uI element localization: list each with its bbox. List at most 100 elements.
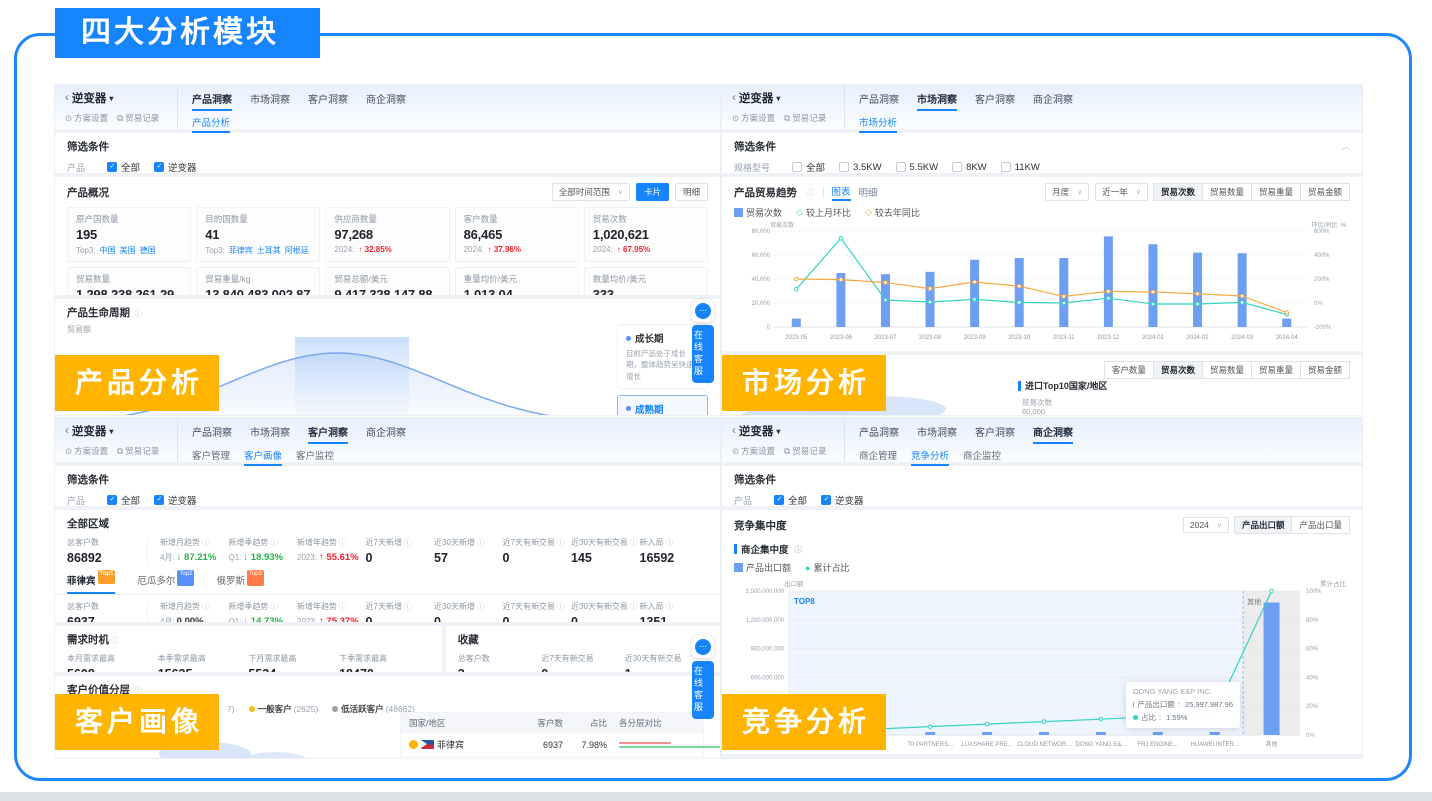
- scheme-settings-link[interactable]: ⊙方案设置: [732, 112, 775, 124]
- checkbox-11KW[interactable]: 11KW: [1001, 160, 1040, 173]
- view-tab-chart[interactable]: 图表: [832, 184, 851, 201]
- trade-records-link[interactable]: ⧉贸易记录: [784, 112, 826, 124]
- region-tab-厄瓜多尔[interactable]: 厄瓜多尔Top2: [137, 573, 194, 594]
- online-service-widget[interactable]: ⋯ 在线客服: [692, 300, 714, 383]
- top3-link-土耳其[interactable]: 土耳其: [257, 245, 281, 256]
- tab-商企洞察[interactable]: 商企洞察: [366, 91, 406, 111]
- tab-市场洞察[interactable]: 市场洞察: [917, 91, 957, 111]
- metric-button-贸易重量[interactable]: 贸易重量: [1251, 183, 1301, 201]
- import-top10-caption: 进口Top10国家/地区: [1025, 379, 1107, 392]
- demand-timing-card: 需求时机ⓘ 本月需求最高5608本季需求最高15635下月需求最高5534下季需…: [55, 626, 442, 672]
- tab-客户洞察[interactable]: 客户洞察: [975, 91, 1015, 111]
- region-tab-俄罗斯[interactable]: 俄罗斯Top3: [216, 573, 264, 594]
- trade-records-link[interactable]: ⧉贸易记录: [784, 445, 826, 457]
- view-tab-detail[interactable]: 明细: [859, 185, 878, 199]
- product-selector[interactable]: ‹ 逆变器 ▾: [732, 90, 844, 106]
- product-selector[interactable]: ‹ 逆变器 ▾: [65, 90, 177, 106]
- year-select[interactable]: 2024∨: [1183, 517, 1229, 533]
- metric-button-客户数量[interactable]: 客户数量: [1104, 361, 1154, 379]
- product-selector[interactable]: ‹ 逆变器 ▾: [65, 423, 177, 439]
- back-icon[interactable]: ‹: [65, 425, 69, 437]
- legend-较上月环比[interactable]: ◇较上月环比: [796, 206, 851, 219]
- chevron-down-icon: ∨: [618, 188, 623, 196]
- subtab-客户画像[interactable]: 客户画像: [244, 448, 282, 466]
- checkbox-全部[interactable]: 全部: [774, 493, 807, 506]
- view-detail-button[interactable]: 明细: [675, 183, 708, 201]
- period-select[interactable]: 月度∨: [1045, 183, 1089, 201]
- tab-产品洞察[interactable]: 产品洞察: [859, 424, 899, 444]
- legend-较去年同比[interactable]: ◇较去年同比: [865, 206, 920, 219]
- range-select[interactable]: 近一年∨: [1095, 183, 1148, 201]
- trade-records-link[interactable]: ⧉贸易记录: [117, 445, 159, 457]
- online-service-widget[interactable]: ⋯ 在线客服: [692, 636, 714, 719]
- metric-button-贸易金额[interactable]: 贸易金额: [1300, 183, 1350, 201]
- checkbox-逆变器[interactable]: 逆变器: [154, 160, 197, 173]
- metric-button-贸易金额[interactable]: 贸易金额: [1300, 361, 1350, 379]
- tab-客户洞察[interactable]: 客户洞察: [308, 424, 348, 444]
- view-card-button[interactable]: 卡片: [636, 183, 669, 201]
- subtab-商企监控[interactable]: 商企监控: [963, 448, 1001, 466]
- top3-link-德国[interactable]: 德国: [140, 245, 156, 256]
- legend-一般客户[interactable]: 一般客户(2625): [249, 703, 319, 715]
- tab-市场洞察[interactable]: 市场洞察: [250, 424, 290, 444]
- online-service-label[interactable]: 在线客服: [692, 325, 714, 383]
- metric-button-贸易次数[interactable]: 贸易次数: [1153, 361, 1203, 379]
- top3-link-中国[interactable]: 中国: [100, 245, 116, 256]
- metric-button-产品出口额[interactable]: 产品出口额: [1234, 516, 1293, 534]
- subtab-产品分析[interactable]: 产品分析: [192, 115, 230, 133]
- subtab-客户管理[interactable]: 客户管理: [192, 448, 230, 466]
- subtab-客户监控[interactable]: 客户监控: [296, 448, 334, 466]
- scheme-settings-link[interactable]: ⊙方案设置: [65, 112, 108, 124]
- metric-button-贸易数量[interactable]: 贸易数量: [1202, 183, 1252, 201]
- tab-产品洞察[interactable]: 产品洞察: [859, 91, 899, 111]
- table-row[interactable]: 菲律宾69377.98%: [401, 733, 703, 756]
- top3-link-阿根廷[interactable]: 阿根廷: [285, 245, 309, 256]
- filter-collapse-icon[interactable]: ︿: [1342, 141, 1350, 152]
- checkbox-全部[interactable]: 全部: [107, 160, 140, 173]
- stat-trend: 4月:↓ 87.21%: [160, 552, 225, 563]
- svg-text:2023-06: 2023-06: [830, 335, 853, 341]
- checkbox-全部[interactable]: 全部: [107, 493, 140, 506]
- trade-records-link[interactable]: ⧉贸易记录: [117, 112, 159, 124]
- tab-客户洞察[interactable]: 客户洞察: [308, 91, 348, 111]
- metric-button-贸易重量[interactable]: 贸易重量: [1251, 361, 1301, 379]
- checkbox-3.5KW[interactable]: 3.5KW: [839, 160, 882, 173]
- scheme-settings-link[interactable]: ⊙方案设置: [65, 445, 108, 457]
- legend-累计占比[interactable]: ●累计占比: [805, 561, 849, 574]
- checkbox-逆变器[interactable]: 逆变器: [154, 493, 197, 506]
- stage-card-成熟期[interactable]: 成熟期目前产品处于成熟期，整体趋势呈平稳增长: [617, 395, 708, 415]
- subtab-市场分析[interactable]: 市场分析: [859, 115, 897, 133]
- top3-link-菲律宾[interactable]: 菲律宾: [229, 245, 253, 256]
- top3-link-美国[interactable]: 美国: [120, 245, 136, 256]
- chat-bubble[interactable]: ⋯: [692, 300, 714, 322]
- metric-button-产品出口量[interactable]: 产品出口量: [1291, 516, 1350, 534]
- back-icon[interactable]: ‹: [732, 92, 736, 104]
- subtab-商企管理[interactable]: 商企管理: [859, 448, 897, 466]
- chat-bubble[interactable]: ⋯: [692, 636, 714, 658]
- tab-商企洞察[interactable]: 商企洞察: [1033, 424, 1073, 444]
- product-selector[interactable]: ‹ 逆变器 ▾: [732, 423, 844, 439]
- tab-产品洞察[interactable]: 产品洞察: [192, 424, 232, 444]
- tab-产品洞察[interactable]: 产品洞察: [192, 91, 232, 111]
- back-icon[interactable]: ‹: [732, 425, 736, 437]
- region-tab-菲律宾[interactable]: 菲律宾Top1: [67, 573, 115, 594]
- scheme-settings-link[interactable]: ⊙方案设置: [732, 445, 775, 457]
- legend-产品出口额[interactable]: 产品出口额: [734, 561, 791, 574]
- time-range-select[interactable]: 全部时间范围∨: [552, 183, 630, 201]
- back-icon[interactable]: ‹: [65, 92, 69, 104]
- online-service-label[interactable]: 在线客服: [692, 661, 714, 719]
- tab-商企洞察[interactable]: 商企洞察: [366, 424, 406, 444]
- checkbox-全部[interactable]: 全部: [792, 160, 825, 173]
- tab-市场洞察[interactable]: 市场洞察: [250, 91, 290, 111]
- tab-市场洞察[interactable]: 市场洞察: [917, 424, 957, 444]
- checkbox-5.5KW[interactable]: 5.5KW: [896, 160, 939, 173]
- tab-客户洞察[interactable]: 客户洞察: [975, 424, 1015, 444]
- stat-近30天有新交易: 近30天有新交易ⓘ0: [571, 601, 640, 622]
- metric-button-贸易数量[interactable]: 贸易数量: [1202, 361, 1252, 379]
- subtab-竞争分析[interactable]: 竞争分析: [911, 448, 949, 466]
- tab-商企洞察[interactable]: 商企洞察: [1033, 91, 1073, 111]
- checkbox-逆变器[interactable]: 逆变器: [821, 493, 864, 506]
- legend-贸易次数[interactable]: 贸易次数: [734, 206, 782, 219]
- checkbox-8KW[interactable]: 8KW: [952, 160, 987, 173]
- metric-button-贸易次数[interactable]: 贸易次数: [1153, 183, 1203, 201]
